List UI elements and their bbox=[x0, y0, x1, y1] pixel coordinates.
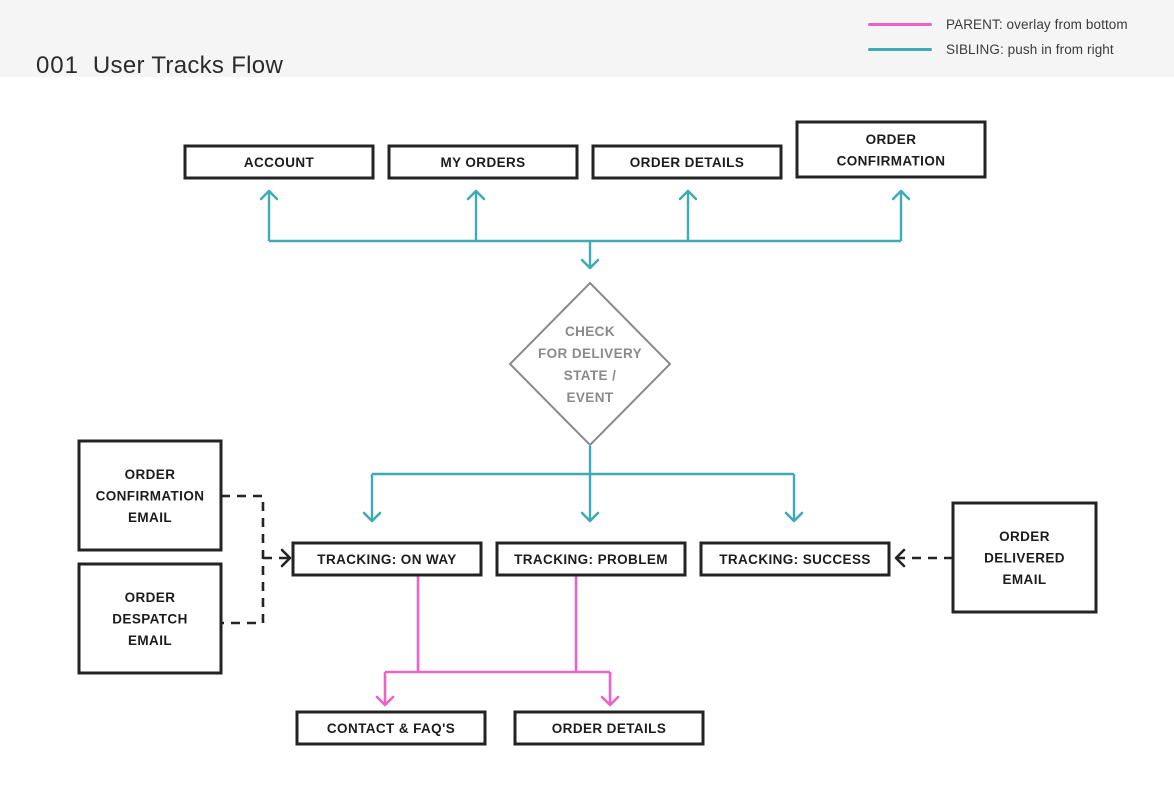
decision-label-check-delivery: STATE / bbox=[564, 368, 617, 383]
node-label-order-confirmation-email: EMAIL bbox=[128, 510, 172, 525]
node-account[interactable]: ACCOUNT bbox=[183, 144, 375, 180]
node-my-orders[interactable]: MY ORDERS bbox=[387, 144, 579, 180]
node-order-details-bottom[interactable]: ORDER DETAILS bbox=[513, 710, 705, 746]
node-order-despatch-email[interactable]: ORDER DESPATCH EMAIL bbox=[77, 562, 223, 675]
node-label-order-delivered-email: ORDER bbox=[999, 529, 1050, 544]
node-order-confirmation[interactable]: ORDER CONFIRMATION bbox=[795, 120, 987, 179]
node-order-delivered-email[interactable]: ORDER DELIVERED EMAIL bbox=[951, 501, 1098, 614]
node-label-order-despatch-email: DESPATCH bbox=[112, 612, 187, 627]
nodes-layer: ACCOUNT MY ORDERS ORDER DETAILS ORDER CONFIR… bbox=[77, 120, 1098, 746]
node-label-my-orders: MY ORDERS bbox=[440, 155, 525, 170]
dashed-email-bracket bbox=[221, 494, 265, 625]
decision-shape-check-delivery bbox=[508, 281, 672, 447]
node-tracking-success[interactable]: TRACKING: SUCCESS bbox=[699, 541, 891, 577]
node-label-order-confirmation-email: ORDER bbox=[125, 467, 176, 482]
node-label-account: ACCOUNT bbox=[244, 155, 315, 170]
node-label-order-details-bottom: ORDER DETAILS bbox=[552, 721, 666, 736]
decision-check-delivery[interactable]: CHECK FOR DELIVERY STATE / EVENT bbox=[508, 281, 672, 447]
node-label-tracking-on-way: TRACKING: ON WAY bbox=[317, 552, 456, 567]
node-tracking-problem[interactable]: TRACKING: PROBLEM bbox=[495, 541, 687, 577]
decision-label-check-delivery: EVENT bbox=[566, 390, 613, 405]
node-label-order-despatch-email: EMAIL bbox=[128, 633, 172, 648]
decision-label-check-delivery: CHECK bbox=[565, 324, 615, 339]
node-label-tracking-problem: TRACKING: PROBLEM bbox=[514, 552, 668, 567]
node-label-order-confirmation-email: CONFIRMATION bbox=[96, 489, 205, 504]
node-tracking-on-way[interactable]: TRACKING: ON WAY bbox=[291, 541, 483, 577]
connections-layer bbox=[221, 189, 953, 707]
node-label-order-details-top: ORDER DETAILS bbox=[630, 155, 744, 170]
node-order-details-top[interactable]: ORDER DETAILS bbox=[591, 144, 783, 180]
node-label-contact-faqs: CONTACT & FAQ'S bbox=[327, 721, 455, 736]
node-label-order-delivered-email: DELIVERED bbox=[984, 551, 1065, 566]
node-contact-faqs[interactable]: CONTACT & FAQ'S bbox=[295, 710, 487, 746]
flow-diagram: ACCOUNT MY ORDERS ORDER DETAILS ORDER CONFIR… bbox=[77, 120, 1098, 746]
node-order-confirmation-email[interactable]: ORDER CONFIRMATION EMAIL bbox=[77, 439, 223, 552]
node-label-order-confirmation: CONFIRMATION bbox=[837, 153, 946, 168]
node-label-order-delivered-email: EMAIL bbox=[1003, 572, 1047, 587]
node-box-order-confirmation bbox=[795, 120, 987, 179]
node-label-tracking-success: TRACKING: SUCCESS bbox=[719, 552, 871, 567]
decision-label-check-delivery: FOR DELIVERY bbox=[538, 346, 642, 361]
node-label-order-confirmation: ORDER bbox=[866, 132, 917, 147]
node-label-order-despatch-email: ORDER bbox=[125, 590, 176, 605]
